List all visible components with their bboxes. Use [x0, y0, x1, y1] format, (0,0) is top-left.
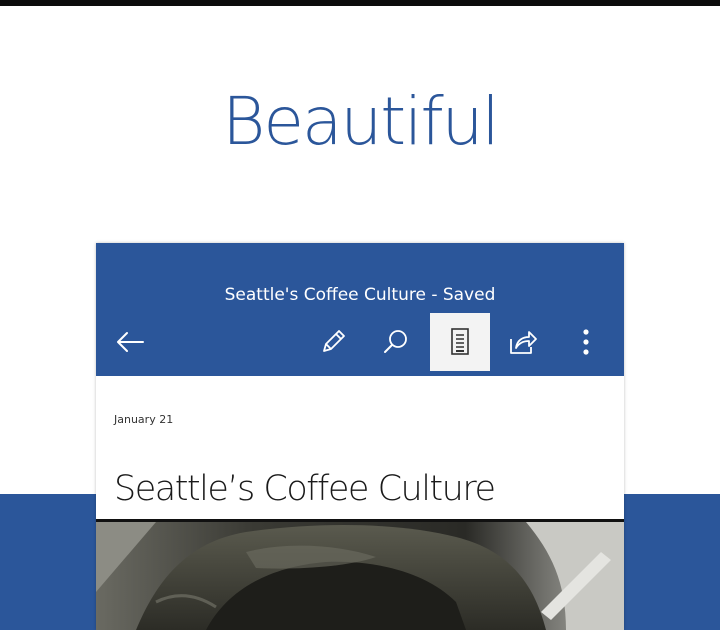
more-options-button[interactable]: [556, 313, 616, 371]
back-button[interactable]: [100, 313, 160, 371]
share-icon: [510, 331, 537, 354]
promo-headline: Beautiful: [222, 83, 500, 160]
document-date: January 21: [114, 413, 174, 426]
pencil-icon: [323, 330, 345, 352]
photo-image: [96, 522, 624, 630]
search-button[interactable]: [366, 313, 426, 371]
back-arrow-icon: [117, 332, 144, 352]
document-photo: [96, 519, 624, 630]
search-icon: [384, 330, 407, 353]
more-vertical-icon: [583, 329, 589, 355]
status-bar-strip: [0, 0, 720, 6]
app-header: Seattle's Coffee Culture - Saved: [96, 243, 624, 376]
edit-button[interactable]: [303, 313, 363, 371]
promo-screen: Beautiful Seattle's Coffee Culture - Sav…: [0, 0, 720, 630]
document-title: Seattle's Coffee Culture - Saved: [224, 285, 496, 305]
reading-view-button[interactable]: [430, 313, 490, 371]
app-preview: Seattle's Coffee Culture - Saved January…: [96, 243, 624, 630]
share-button[interactable]: [493, 313, 553, 371]
mobile-view-icon: [451, 328, 469, 355]
document-heading: Seattle’s Coffee Culture: [114, 469, 496, 509]
